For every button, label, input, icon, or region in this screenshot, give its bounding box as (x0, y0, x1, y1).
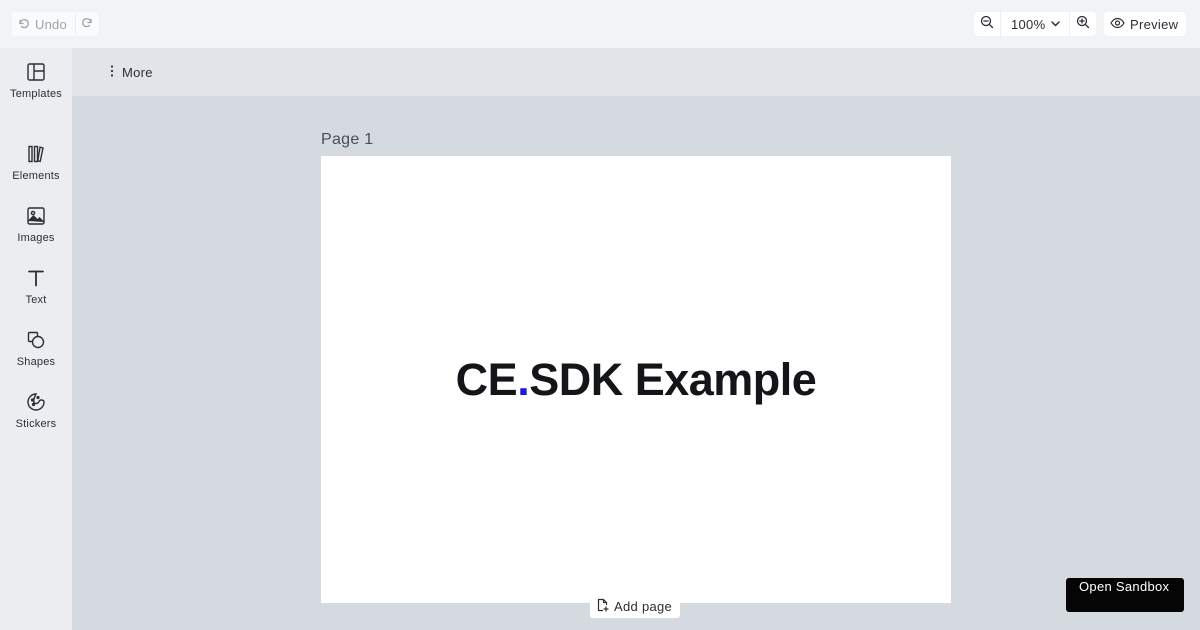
undo-label: Undo (35, 16, 67, 32)
open-sandbox-button[interactable]: Open Sandbox (1066, 578, 1184, 612)
sidebar-item-images[interactable]: Images (0, 204, 72, 256)
sidebar-item-label: Images (17, 232, 55, 244)
zoom-level-value: 100% (1011, 16, 1046, 32)
sidebar-item-elements[interactable]: Elements (0, 142, 72, 194)
zoom-level-dropdown[interactable]: 100% (1000, 12, 1071, 36)
sidebar-item-shapes[interactable]: Shapes (0, 328, 72, 380)
text-icon (24, 266, 48, 290)
text-part-sdk-example: SDK Example (529, 354, 817, 405)
page-text-block[interactable]: CE.SDK Example (321, 354, 951, 406)
zoom-out-icon (980, 15, 994, 34)
chevron-down-icon (1050, 17, 1061, 32)
sidebar-item-label: Shapes (16, 356, 56, 368)
text-dot: . (517, 354, 530, 405)
redo-button[interactable] (74, 12, 99, 36)
sticker-icon (24, 390, 48, 414)
eye-icon (1110, 17, 1125, 32)
add-page-icon (596, 598, 609, 615)
undo-icon (18, 17, 30, 32)
sidebar-item-text[interactable]: Text (0, 266, 72, 318)
preview-label: Preview (1130, 16, 1179, 32)
redo-icon (81, 15, 93, 33)
undo-redo-group: Undo (12, 12, 99, 36)
sidebar-item-label: Templates (10, 88, 62, 100)
undo-button[interactable]: Undo (12, 12, 75, 36)
zoom-controls: 100% (974, 12, 1097, 36)
elements-icon (24, 142, 48, 166)
more-button[interactable]: More (108, 60, 153, 84)
add-page-button[interactable]: Add page (590, 595, 681, 618)
shapes-icon (24, 328, 48, 352)
zoom-out-button[interactable] (974, 12, 1000, 36)
zoom-in-icon (1076, 15, 1090, 34)
text-part-ce: CE (455, 354, 518, 405)
image-icon (24, 204, 48, 228)
sidebar-item-stickers[interactable]: Stickers (0, 390, 72, 442)
sidebar-item-label: Elements (12, 170, 60, 182)
canvas-toolbar: More (72, 48, 1200, 96)
sidebar-dock: Templates Elements Images Text Shapes St… (0, 48, 72, 630)
top-bar: Undo 100% Preview (0, 0, 1200, 48)
open-sandbox-label: Open Sandbox (1079, 579, 1170, 594)
add-page-label: Add page (614, 599, 673, 614)
templates-icon (24, 60, 48, 84)
design-page[interactable]: CE.SDK Example (321, 156, 951, 603)
zoom-in-button[interactable] (1070, 12, 1096, 36)
page-title: Page 1 (321, 131, 374, 148)
sidebar-item-templates[interactable]: Templates (0, 60, 72, 112)
preview-button[interactable]: Preview (1104, 12, 1187, 36)
more-label: More (122, 64, 153, 80)
sidebar-item-label: Text (25, 294, 47, 306)
sidebar-item-label: Stickers (15, 418, 57, 430)
more-vertical-icon (108, 64, 116, 81)
